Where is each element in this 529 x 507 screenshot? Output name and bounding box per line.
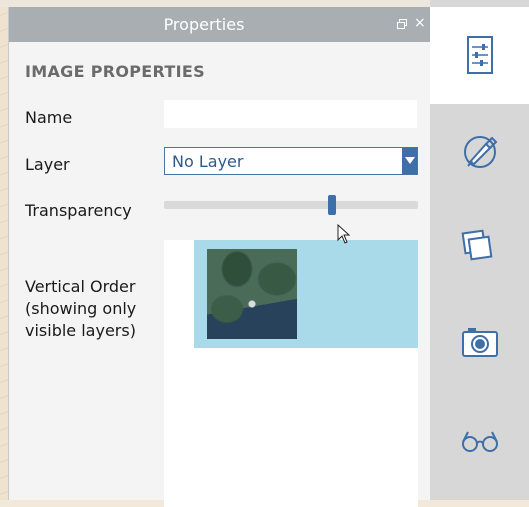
sidebar-item-properties[interactable]	[430, 7, 529, 104]
transparency-slider-thumb[interactable]	[327, 195, 336, 215]
layer-select[interactable]: No Layer	[164, 147, 418, 175]
vertical-order-label: Vertical Order (showing only visible lay…	[25, 276, 136, 342]
mouse-cursor-icon	[337, 224, 351, 244]
properties-sliders-icon	[467, 36, 493, 74]
vertical-order-label-line: visible layers)	[25, 321, 136, 340]
vertical-order-list[interactable]	[164, 240, 418, 507]
sidebar-item-layers[interactable]	[430, 199, 529, 294]
map-background	[0, 0, 8, 500]
panel-title: Properties	[163, 15, 245, 34]
transparency-slider-track[interactable]	[164, 201, 418, 209]
name-input[interactable]	[164, 100, 417, 128]
sidebar-item-view[interactable]	[430, 389, 529, 484]
aerial-image-thumbnail	[207, 249, 297, 339]
sidebar-item-style[interactable]	[430, 104, 529, 199]
camera-icon	[462, 328, 498, 357]
properties-panel: Properties × IMAGE PROPERTIES Name Layer…	[8, 7, 431, 507]
layer-select-value: No Layer	[172, 152, 244, 171]
layers-icon	[461, 229, 493, 261]
paint-brush-icon	[464, 136, 498, 168]
panel-header[interactable]: Properties ×	[9, 7, 431, 42]
sidebar	[430, 0, 529, 500]
chevron-down-icon[interactable]	[402, 148, 417, 174]
close-icon[interactable]: ×	[414, 16, 426, 30]
section-title: IMAGE PROPERTIES	[25, 62, 205, 81]
vertical-order-label-line: Vertical Order	[25, 277, 136, 296]
restore-window-icon[interactable]	[397, 19, 407, 29]
sidebar-item-camera[interactable]	[430, 294, 529, 389]
list-item[interactable]	[194, 240, 418, 348]
vertical-order-label-line: (showing only	[25, 299, 137, 318]
transparency-label: Transparency	[25, 201, 132, 220]
glasses-icon	[462, 431, 498, 452]
layer-label: Layer	[25, 155, 70, 174]
name-label: Name	[25, 108, 73, 127]
